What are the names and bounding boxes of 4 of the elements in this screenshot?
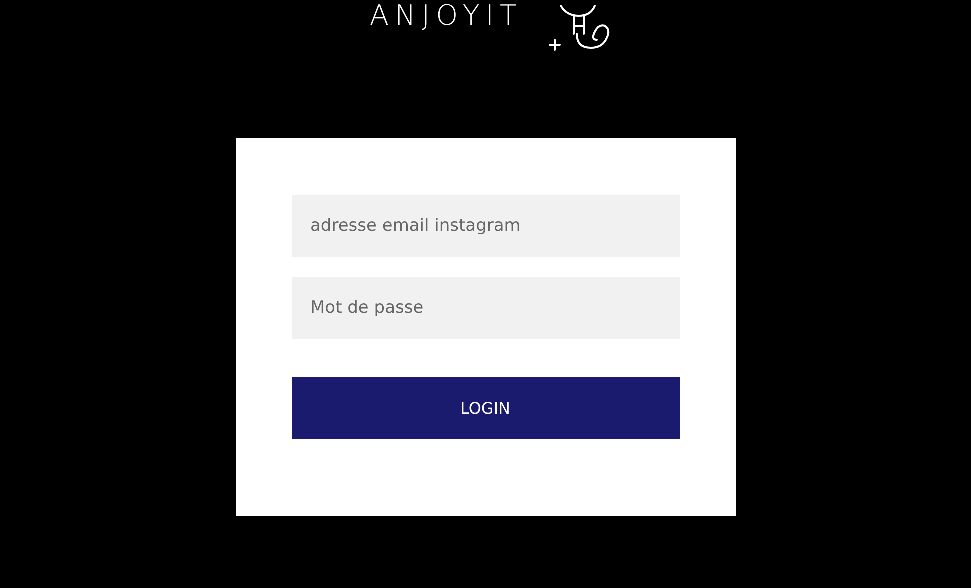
logo-text: ANJOYIT bbox=[370, 0, 524, 32]
email-field[interactable]: adresse email instagram bbox=[292, 195, 680, 257]
password-field[interactable]: Mot de passe bbox=[292, 277, 680, 339]
login-button[interactable]: LOGIN bbox=[292, 377, 680, 439]
